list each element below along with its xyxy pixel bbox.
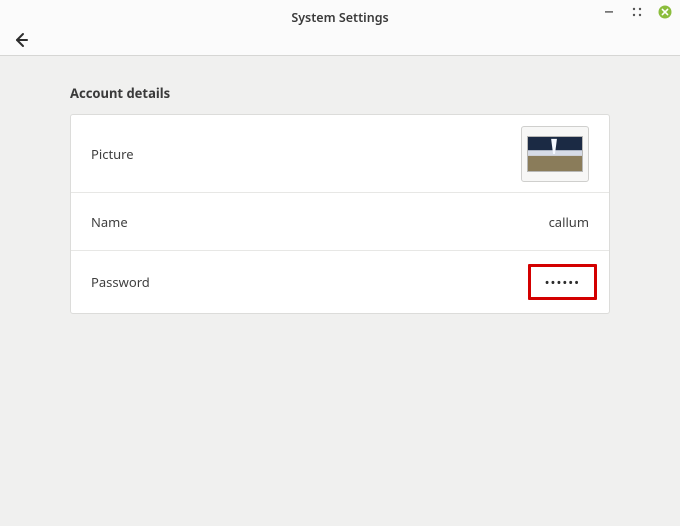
name-value: callum (549, 213, 589, 231)
minimize-button[interactable] (602, 5, 616, 19)
back-button[interactable] (10, 29, 32, 51)
content-area: Account details Picture Name callum Pass… (0, 56, 680, 314)
window-controls (602, 5, 672, 19)
password-value-highlight: •••••• (528, 264, 597, 300)
close-button[interactable] (658, 5, 672, 19)
picture-row: Picture (71, 115, 609, 193)
back-arrow-icon (12, 31, 30, 49)
close-icon (658, 5, 672, 19)
section-heading: Account details (70, 84, 610, 102)
name-row[interactable]: Name callum (71, 193, 609, 251)
picture-label: Picture (91, 145, 134, 163)
password-value: •••••• (545, 273, 580, 291)
name-label: Name (91, 213, 128, 231)
minimize-icon (604, 7, 614, 17)
account-details-panel: Picture Name callum Password •••••• (70, 114, 610, 314)
maximize-button[interactable] (630, 5, 644, 19)
avatar-thumbnail-icon (527, 136, 583, 172)
maximize-icon (632, 7, 642, 17)
window-title: System Settings (291, 9, 388, 26)
change-picture-button[interactable] (521, 126, 589, 182)
titlebar: System Settings (0, 0, 680, 56)
password-label: Password (91, 273, 150, 291)
password-row[interactable]: Password •••••• (71, 251, 609, 313)
